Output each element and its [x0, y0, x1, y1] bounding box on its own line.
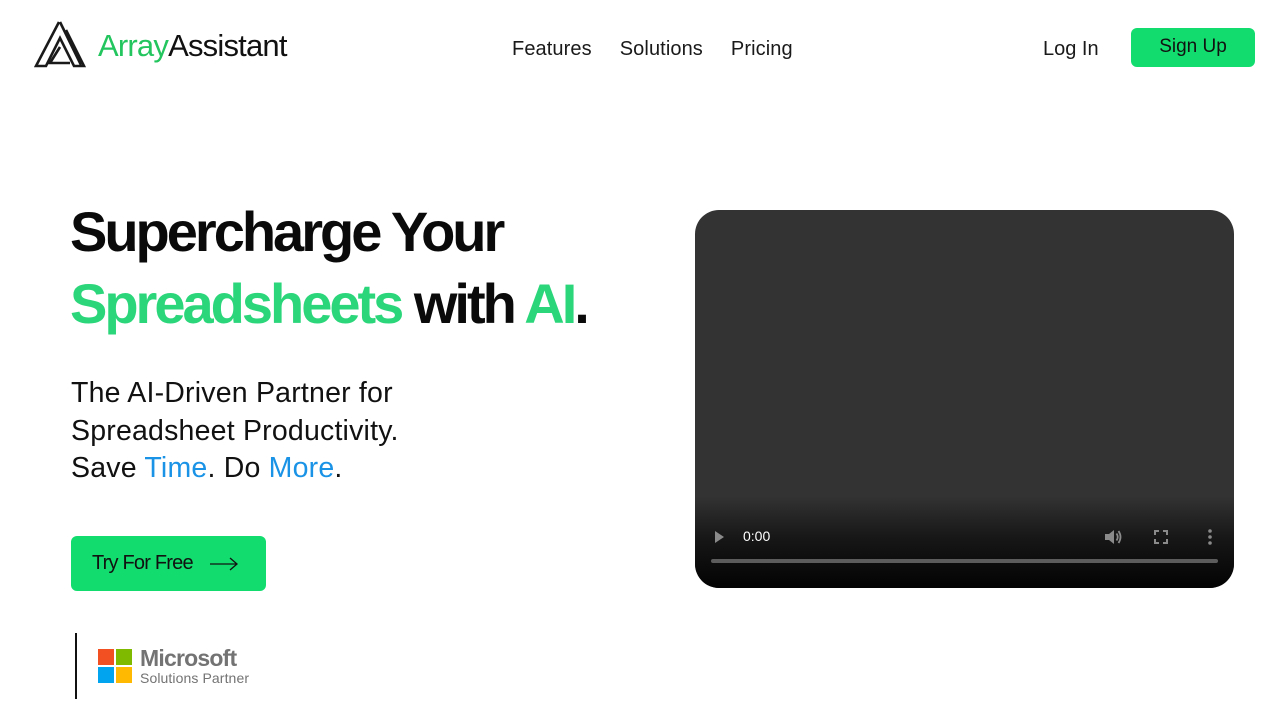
signup-button[interactable]: Sign Up	[1131, 28, 1255, 67]
headline-spreadsheets: Spreadsheets	[70, 272, 404, 335]
nav-pricing[interactable]: Pricing	[731, 34, 793, 64]
microsoft-partner-badge: Microsoft Solutions Partner	[75, 633, 249, 699]
divider	[75, 633, 77, 699]
try-for-free-button[interactable]: Try For Free	[71, 536, 266, 591]
logo-link[interactable]: ArrayAssistant	[34, 20, 287, 68]
video-current-time: 0:00	[743, 528, 771, 544]
video-progress-bar[interactable]	[711, 559, 1218, 563]
headline-line1: Supercharge Your	[70, 200, 505, 263]
fullscreen-icon[interactable]	[1153, 529, 1169, 545]
microsoft-logo-icon	[98, 649, 132, 683]
headline-period: .	[574, 272, 589, 335]
nav-solutions[interactable]: Solutions	[620, 34, 703, 64]
partner-subtitle: Solutions Partner	[140, 670, 250, 686]
subhead-more: More	[268, 452, 335, 484]
video-controls: 0:00	[695, 496, 1234, 588]
arrow-right-icon	[209, 557, 238, 570]
subhead-line2: Spreadsheet Productivity.	[71, 414, 399, 447]
hero-headline: Supercharge Your Spreadsheets with AI.	[70, 196, 590, 340]
subhead-do: . Do	[207, 452, 269, 484]
headline-ai: AI	[524, 272, 577, 335]
logo-icon	[34, 21, 86, 68]
subhead-line1: The AI-Driven Partner for	[71, 377, 393, 409]
site-header: ArrayAssistant Features Solutions Pricin…	[0, 0, 1280, 95]
hero-subheading: The AI-Driven Partner for Spreadsheet Pr…	[71, 375, 399, 488]
partner-text: Microsoft Solutions Partner	[140, 646, 249, 686]
subhead-save: Save	[71, 452, 145, 484]
logo-text: ArrayAssistant	[98, 26, 287, 66]
play-icon[interactable]	[711, 529, 727, 545]
main-nav: Features Solutions Pricing	[512, 34, 793, 64]
login-link[interactable]: Log In	[1043, 34, 1099, 64]
partner-title: Microsoft	[140, 645, 237, 671]
nav-features[interactable]: Features	[512, 34, 592, 64]
headline-with: with	[401, 272, 525, 335]
logo-text-assistant: Assistant	[168, 28, 287, 63]
cta-label: Try For Free	[92, 552, 194, 574]
volume-icon[interactable]	[1103, 528, 1123, 546]
more-options-icon[interactable]	[1202, 527, 1218, 547]
subhead-time: Time	[144, 452, 208, 484]
logo-text-array: Array	[98, 28, 169, 63]
subhead-period: .	[334, 452, 343, 484]
demo-video-player[interactable]: 0:00	[695, 210, 1234, 588]
